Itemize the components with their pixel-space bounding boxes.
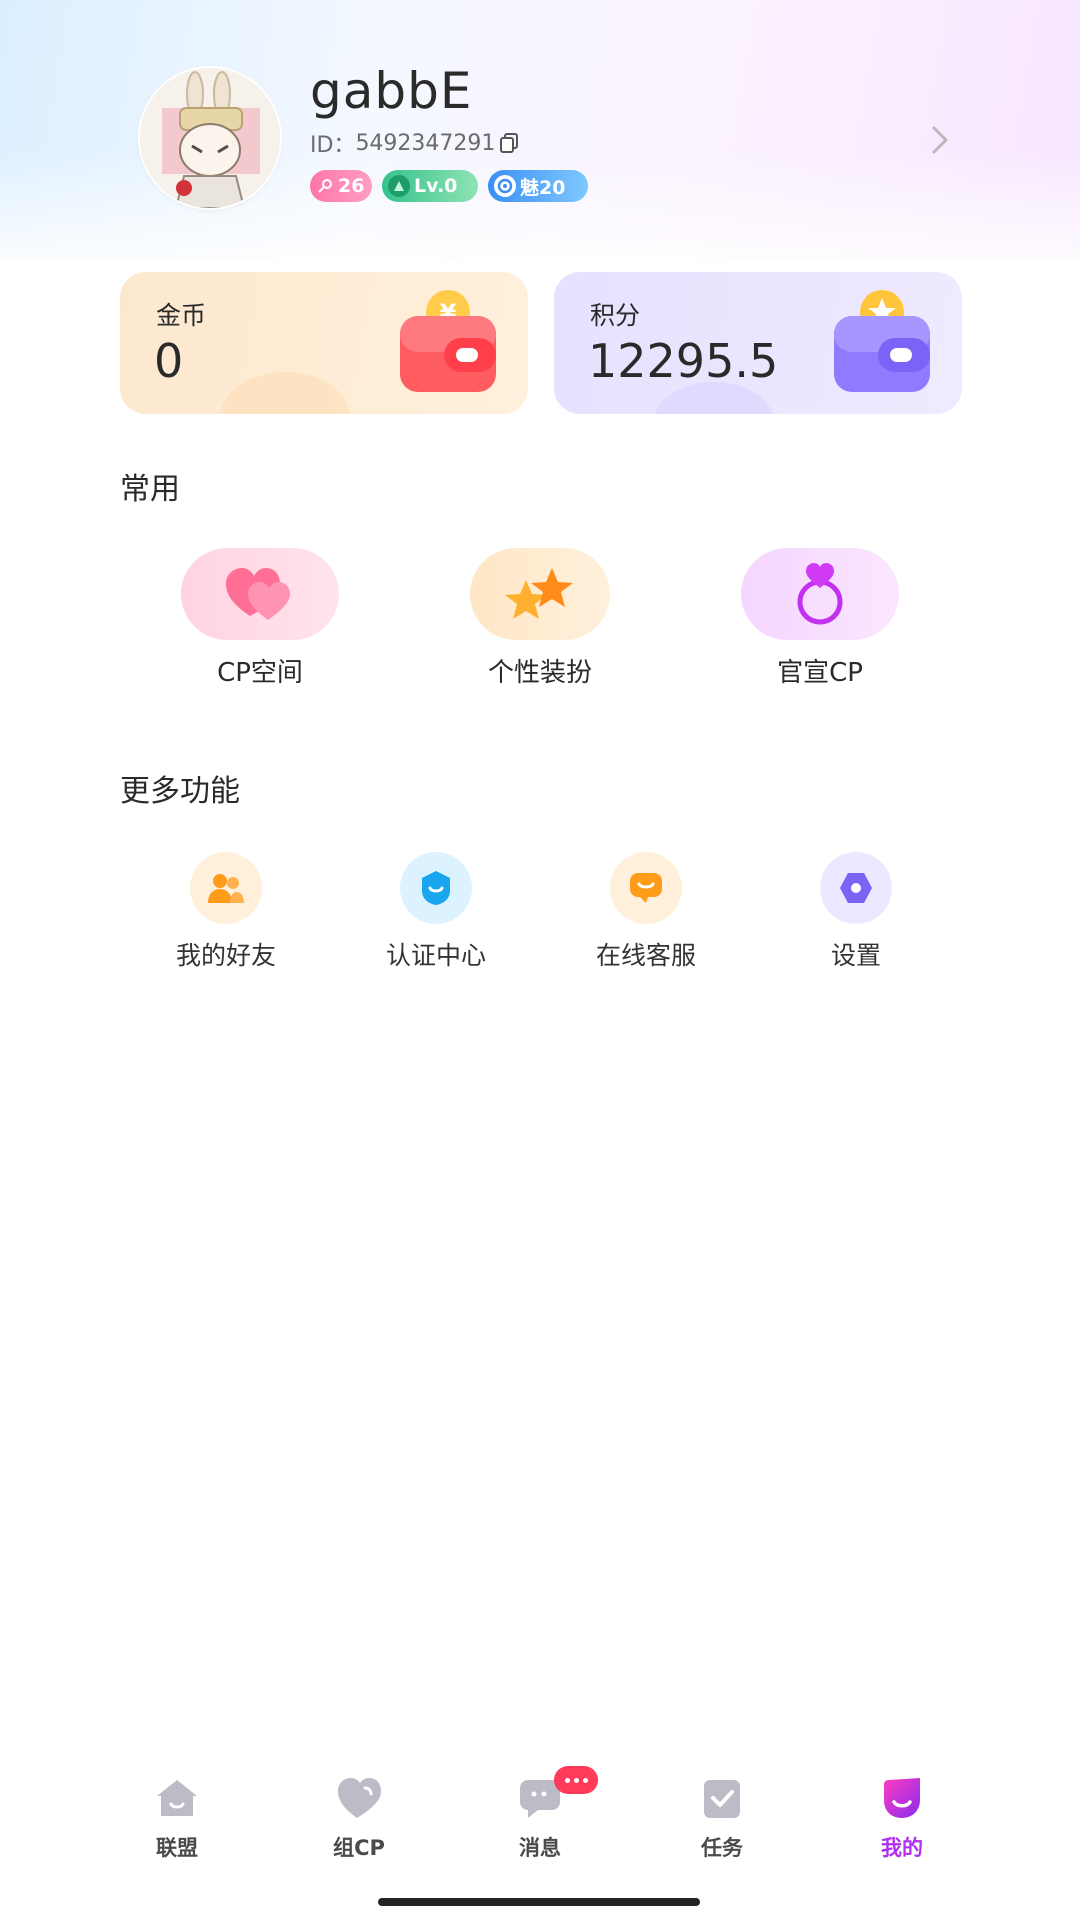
online-service-button[interactable]: 在线客服 (566, 852, 726, 972)
avatar[interactable] (140, 68, 280, 208)
flower-icon (316, 175, 334, 197)
flower-badge: 26 (310, 170, 372, 202)
user-badges: 26 Lv.0 魅20 (310, 170, 588, 202)
level-text: Lv.0 (414, 175, 458, 197)
tab-alliance[interactable]: 联盟 (117, 1774, 237, 1862)
verification-center-label: 认证中心 (385, 941, 486, 970)
settings-button[interactable]: 设置 (776, 852, 936, 972)
tab-group-cp[interactable]: 组CP (299, 1774, 419, 1862)
verification-center-button[interactable]: 认证中心 (356, 852, 516, 972)
ring-icon (741, 548, 899, 640)
tab-messages-label: 消息 (519, 1836, 561, 1860)
charm-badge: 魅20 (488, 170, 588, 202)
tab-mine[interactable]: 我的 (842, 1774, 962, 1862)
home-icon (153, 1774, 201, 1822)
cp-space-label: CP空间 (217, 658, 303, 688)
user-id-label: ID： (310, 133, 356, 158)
tab-group-cp-label: 组CP (333, 1836, 385, 1860)
tab-tasks-label: 任务 (701, 1836, 743, 1860)
tab-tasks[interactable]: 任务 (662, 1774, 782, 1862)
copy-icon[interactable] (499, 132, 519, 154)
shield-icon (400, 852, 472, 924)
tab-alliance-label: 联盟 (156, 1836, 198, 1860)
more-section-title: 更多功能 (120, 774, 240, 809)
online-service-label: 在线客服 (595, 941, 696, 970)
level-icon (388, 175, 410, 197)
coins-label: 金币 (156, 301, 207, 330)
my-friends-label: 我的好友 (175, 941, 276, 970)
chat-icon (610, 852, 682, 924)
points-value: 12295.5 (588, 334, 779, 388)
coins-card[interactable]: 金币 0 ¥ (120, 272, 528, 414)
purple-wallet-icon (832, 290, 934, 394)
bottom-tab-bar: 联盟 组CP 消息 任务 我的 (0, 1760, 1080, 1880)
tab-messages[interactable]: 消息 (480, 1766, 600, 1862)
my-friends-button[interactable]: 我的好友 (146, 852, 306, 972)
chevron-right-icon[interactable] (928, 122, 954, 158)
hearts-icon (181, 548, 339, 640)
heart-icon (335, 1774, 383, 1822)
home-indicator (378, 1898, 700, 1906)
user-id-value: 5492347291 (355, 130, 496, 156)
cp-space-button[interactable]: CP空间 (160, 548, 360, 689)
flower-count: 26 (338, 175, 365, 197)
coins-value: 0 (154, 334, 184, 388)
tab-mine-label: 我的 (881, 1836, 923, 1860)
settings-label: 设置 (830, 941, 881, 970)
announce-cp-label: 官宣CP (777, 658, 863, 688)
charm-icon (494, 175, 516, 197)
friends-icon (190, 852, 262, 924)
personal-dressup-button[interactable]: 个性装扮 (440, 548, 640, 689)
notification-badge (554, 1766, 598, 1794)
profile-icon (878, 1774, 926, 1822)
username: gabbE (310, 62, 473, 120)
red-wallet-icon: ¥ (398, 290, 500, 394)
points-label: 积分 (590, 301, 641, 330)
level-badge: Lv.0 (382, 170, 478, 202)
announce-cp-button[interactable]: 官宣CP (720, 548, 920, 689)
points-card[interactable]: 积分 12295.5 (554, 272, 962, 414)
personal-dressup-label: 个性装扮 (487, 658, 592, 688)
task-icon (698, 1774, 746, 1822)
charm-value: 魅20 (520, 176, 566, 199)
user-id-row: ID： 5492347291 (310, 128, 519, 158)
stars-icon (470, 548, 610, 640)
common-section-title: 常用 (120, 472, 180, 507)
message-icon (516, 1766, 598, 1822)
gear-icon (820, 852, 892, 924)
